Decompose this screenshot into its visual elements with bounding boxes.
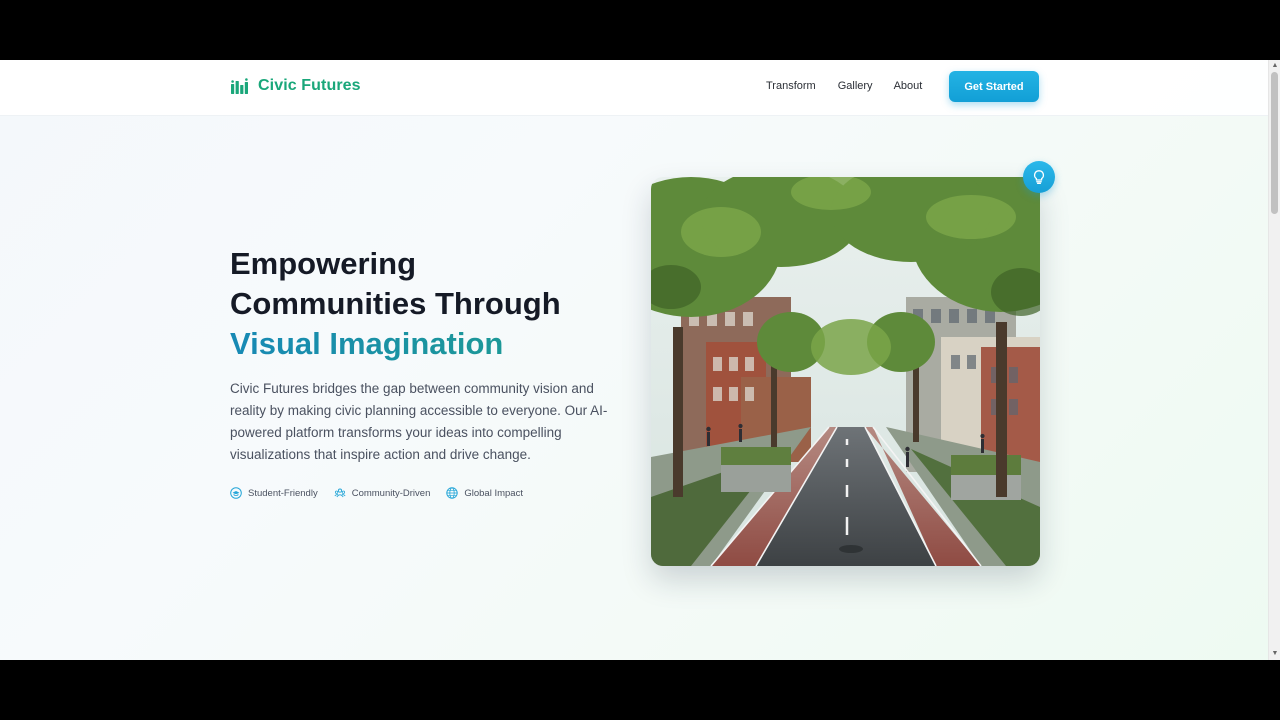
lightbulb-icon (1033, 170, 1045, 185)
hero-title-accent: Visual Imagination (230, 324, 630, 364)
nav-link-gallery[interactable]: Gallery (838, 80, 873, 92)
top-navbar: Civic Futures Transform Gallery About Ge… (0, 60, 1268, 116)
video-letterbox-top (0, 0, 1280, 60)
browser-viewport: Civic Futures Transform Gallery About Ge… (0, 60, 1280, 660)
main-nav: Transform Gallery About (766, 80, 922, 92)
nav-link-transform[interactable]: Transform (766, 80, 816, 92)
graduation-cap-icon (230, 487, 242, 499)
hero-description: Civic Futures bridges the gap between co… (230, 381, 608, 462)
brand-name: Civic Futures (258, 77, 361, 94)
scroll-up-arrow-icon[interactable]: ▲ (1271, 62, 1279, 70)
street-scene-illustration (651, 177, 1040, 566)
video-letterbox-bottom (0, 660, 1280, 720)
bar-chart-icon (231, 78, 248, 94)
community-icon (334, 488, 346, 498)
street-visualization-image (651, 177, 1040, 566)
nav-link-about[interactable]: About (894, 80, 923, 92)
scroll-down-arrow-icon[interactable]: ▼ (1271, 650, 1279, 658)
feature-label: Global Impact (464, 487, 523, 499)
feature-label: Community-Driven (351, 487, 431, 499)
feature-label: Student-Friendly (248, 487, 318, 499)
hero-title-line-1: Empowering (230, 246, 417, 281)
hero-title: Empowering Communities Through Visual Im… (230, 244, 630, 364)
globe-icon (446, 487, 459, 499)
brand-logo[interactable]: Civic Futures (230, 76, 361, 96)
feature-community-driven: Community-Driven (334, 487, 431, 499)
idea-badge[interactable] (1023, 161, 1055, 193)
feature-student-friendly: Student-Friendly (230, 487, 318, 499)
feature-list: Student-Friendly Community-Driven Global… (230, 487, 539, 499)
page-scrollbar[interactable]: ▲ ▼ (1268, 60, 1280, 660)
feature-global-impact: Global Impact (446, 487, 523, 499)
get-started-button[interactable]: Get Started (949, 71, 1039, 102)
hero-title-line-2: Communities Through (230, 286, 561, 321)
scrollbar-thumb[interactable] (1271, 72, 1278, 214)
